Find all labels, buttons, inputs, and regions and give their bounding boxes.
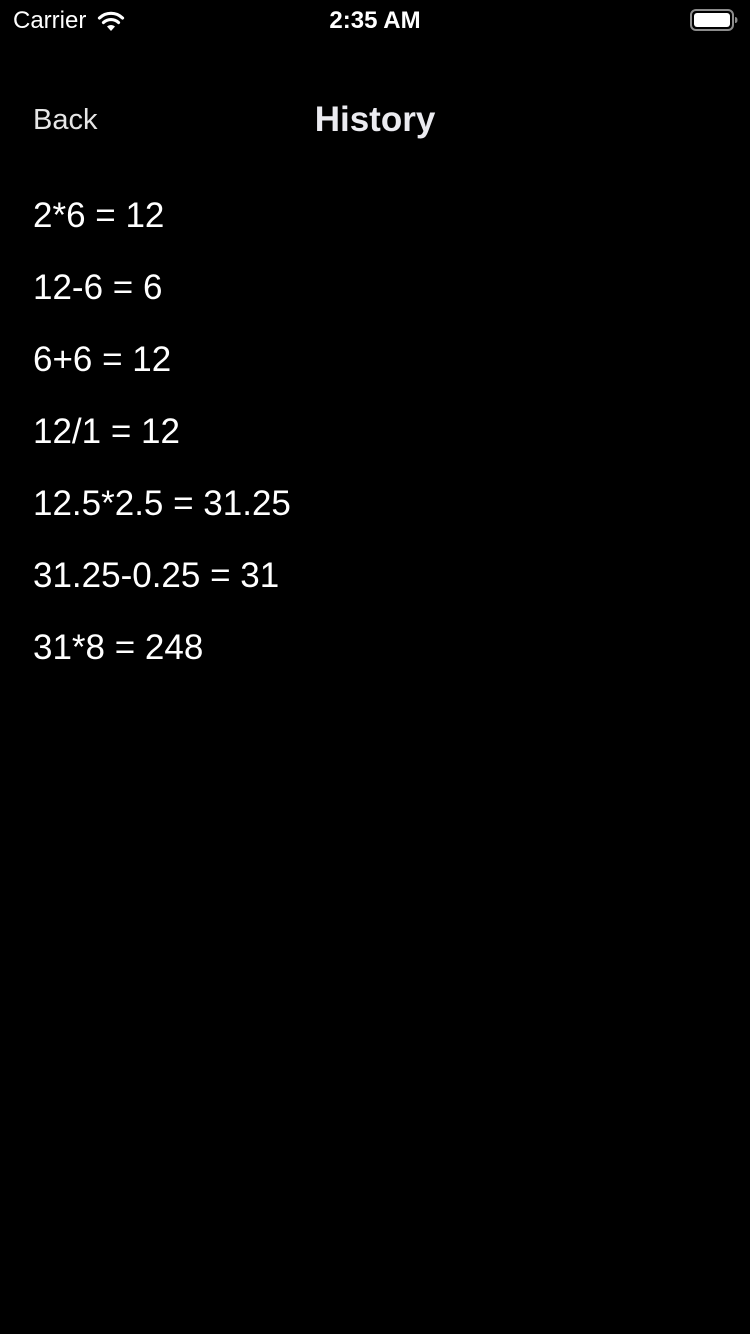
history-item: 6+6 = 12 <box>33 340 172 379</box>
history-item: 31*8 = 248 <box>33 628 204 667</box>
status-bar: Carrier 2:35 AM <box>0 0 750 40</box>
history-item: 12-6 = 6 <box>33 268 163 307</box>
page-title: History <box>314 100 436 139</box>
battery-full-icon <box>690 9 738 31</box>
history-item: 2*6 = 12 <box>33 196 165 235</box>
history-item: 31.25-0.25 = 31 <box>33 556 280 595</box>
history-item: 12.5*2.5 = 31.25 <box>33 484 291 523</box>
navigation-bar: Back History <box>0 88 750 152</box>
history-item: 12/1 = 12 <box>33 412 180 451</box>
status-time: 2:35 AM <box>329 7 421 34</box>
history-list: 2*6 = 12 12-6 = 6 6+6 = 12 12/1 = 12 12.… <box>0 190 750 694</box>
